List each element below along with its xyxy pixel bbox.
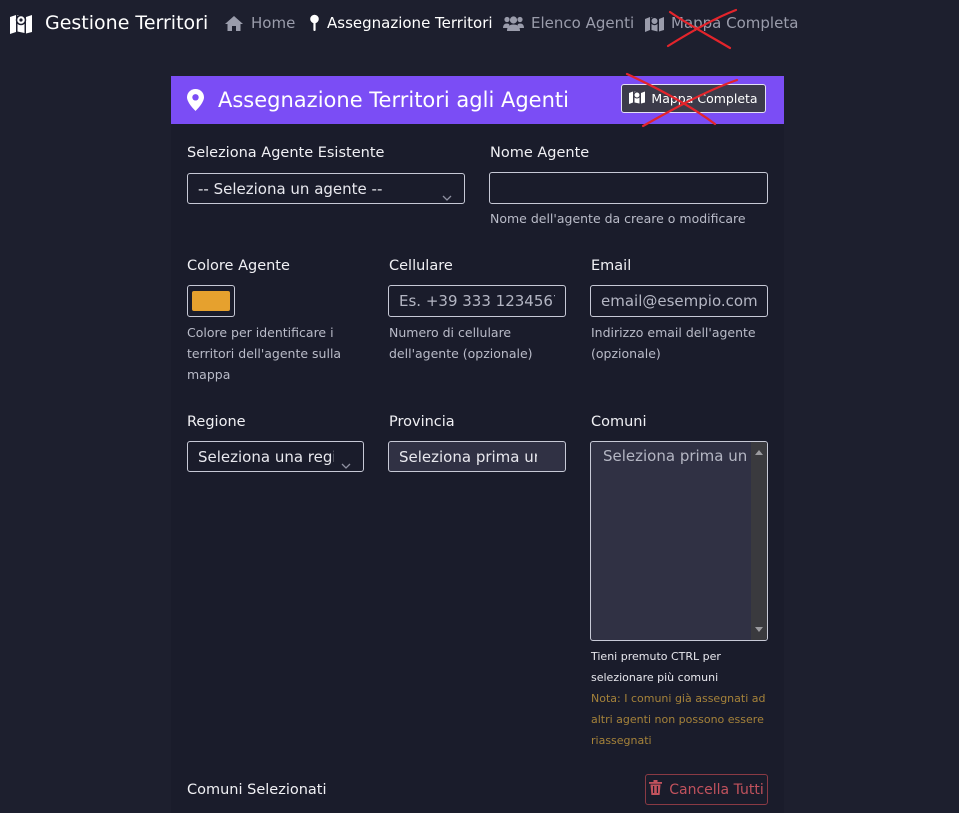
province-select-value: Seleziona prima una regione xyxy=(399,447,537,466)
mappa-completa-button-label: Mappa Completa xyxy=(651,91,758,106)
province-select[interactable]: Seleziona prima una regione xyxy=(388,441,566,472)
home-icon xyxy=(224,15,251,32)
map-icon xyxy=(629,90,651,107)
email-input[interactable]: email@esempio.com xyxy=(590,285,768,317)
map-icon xyxy=(9,12,33,34)
region-label: Regione xyxy=(187,414,246,430)
nav-home[interactable]: Home xyxy=(224,12,295,34)
agent-select-value: -- Seleziona un agente -- xyxy=(198,179,383,198)
nav-assegnazione[interactable]: Assegnazione Territori xyxy=(309,12,493,34)
comuni-note: Nota: I comuni già assegnati ad altri ag… xyxy=(591,692,766,747)
users-icon xyxy=(503,15,531,31)
clear-all-label: Cancella Tutti xyxy=(669,781,764,798)
nav-elenco-agenti-label: Elenco Agenti xyxy=(531,14,635,32)
agent-name-input[interactable] xyxy=(489,172,768,204)
map-icon xyxy=(645,15,671,32)
agent-color-help: Colore per identificare i territori dell… xyxy=(187,325,342,382)
agent-color-picker[interactable] xyxy=(187,285,235,317)
nav-elenco-agenti[interactable]: Elenco Agenti xyxy=(503,12,634,34)
region-select-value: Seleziona una regione xyxy=(198,447,334,466)
nav-assegnazione-label: Assegnazione Territori xyxy=(327,14,493,32)
email-placeholder: email@esempio.com xyxy=(601,292,757,310)
map-pin-icon xyxy=(309,14,327,32)
phone-help: Numero di cellulare dell'agente (opziona… xyxy=(389,325,533,361)
color-swatch xyxy=(192,291,230,311)
phone-label: Cellulare xyxy=(389,258,453,274)
card-header: Assegnazione Territori agli Agenti Mappa… xyxy=(171,72,784,128)
card-title: Assegnazione Territori agli Agenti xyxy=(218,88,569,112)
clear-all-button[interactable]: Cancella Tutti xyxy=(645,774,768,805)
navbar: Gestione Territori Home Assegnazione Ter… xyxy=(0,0,959,50)
agent-name-label: Nome Agente xyxy=(490,145,590,161)
comuni-help: Tieni premuto CTRL per selezionare più c… xyxy=(591,650,721,684)
nav-mappa-completa[interactable]: Mappa Completa xyxy=(645,12,798,34)
location-pin-icon xyxy=(187,89,204,115)
nav-mappa-completa-label: Mappa Completa xyxy=(671,14,799,32)
chevron-down-icon xyxy=(341,454,351,472)
scroll-up-arrow-icon[interactable] xyxy=(755,450,763,455)
nav-home-label: Home xyxy=(251,14,296,32)
region-select[interactable]: Seleziona una regione xyxy=(187,441,364,472)
phone-placeholder: Es. +39 333 1234567 xyxy=(399,292,555,310)
agent-color-label: Colore Agente xyxy=(187,258,290,274)
agent-select[interactable]: -- Seleziona un agente -- xyxy=(187,173,465,204)
agent-select-label: Seleziona Agente Esistente xyxy=(187,145,385,161)
email-help: Indirizzo email dell'agente (opzionale) xyxy=(591,325,756,361)
selected-comuni-title: Comuni Selezionati xyxy=(187,782,327,798)
comuni-scrollbar[interactable] xyxy=(751,442,767,640)
comuni-label: Comuni xyxy=(591,414,647,430)
comuni-listbox[interactable]: Seleziona prima una provincia xyxy=(590,441,768,641)
email-label: Email xyxy=(591,258,632,274)
chevron-down-icon xyxy=(442,186,452,204)
comuni-placeholder: Seleziona prima una provincia xyxy=(603,447,748,465)
brand-title: Gestione Territori xyxy=(45,12,209,34)
province-label: Provincia xyxy=(389,414,455,430)
phone-input[interactable]: Es. +39 333 1234567 xyxy=(388,285,566,317)
scroll-down-arrow-icon[interactable] xyxy=(755,627,763,632)
agent-name-help: Nome dell'agente da creare o modificare xyxy=(490,211,746,226)
mappa-completa-button[interactable]: Mappa Completa xyxy=(621,84,766,113)
trash-icon xyxy=(649,780,669,799)
brand[interactable]: Gestione Territori xyxy=(9,11,208,35)
